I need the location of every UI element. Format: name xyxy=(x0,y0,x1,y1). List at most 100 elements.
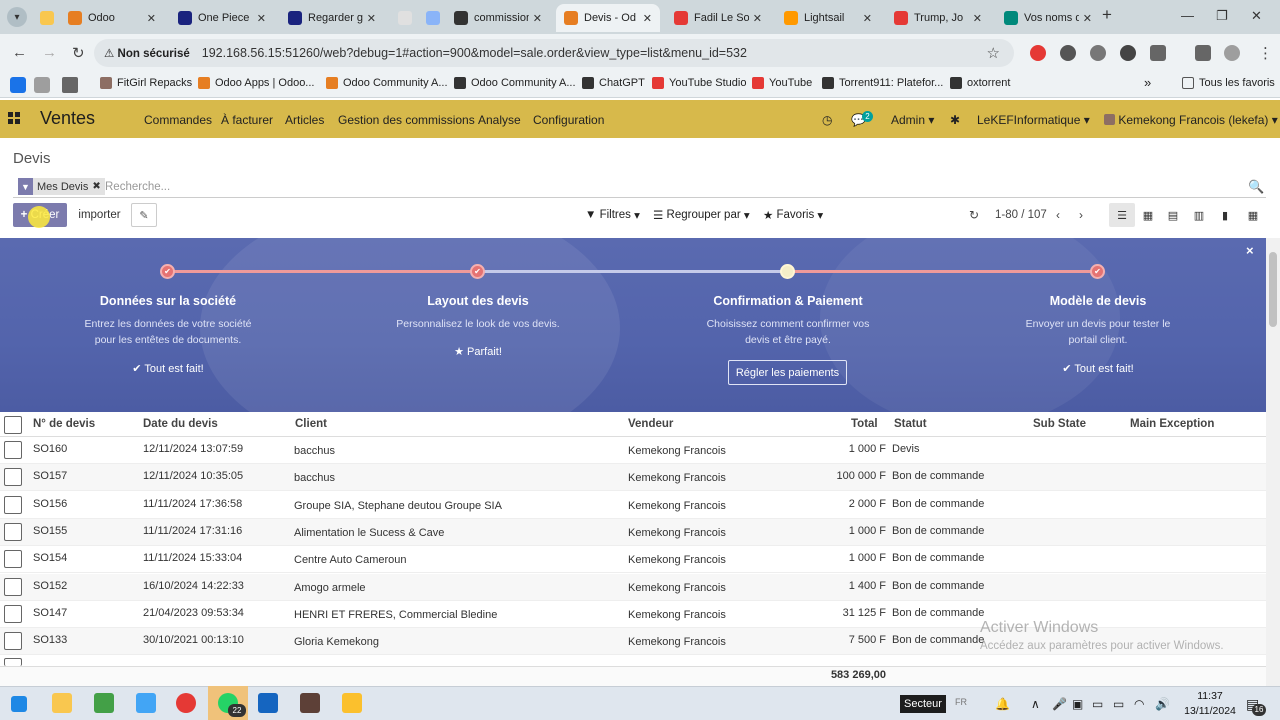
remove-facet-icon[interactable]: ✖ xyxy=(92,181,104,192)
new-tab-icon[interactable]: + xyxy=(1102,5,1112,25)
calendar-view-icon[interactable]: ▤ xyxy=(1160,203,1186,227)
browser-tab[interactable]: Regarder g ✕ xyxy=(280,4,384,32)
wifi-icon[interactable]: ◠ xyxy=(1134,697,1144,711)
row-checkbox-partial[interactable] xyxy=(4,658,22,666)
column-number[interactable]: N° de devis xyxy=(33,418,95,430)
company-switcher[interactable]: LeKEFInformatique ▾ xyxy=(977,113,1090,127)
debug-bug-icon[interactable]: ✱ xyxy=(950,113,960,127)
close-tab-icon[interactable]: ✕ xyxy=(863,12,872,25)
battery-icon[interactable]: ▭ xyxy=(1092,697,1103,711)
search-facet[interactable]: ▼ Mes Devis ✖ xyxy=(18,178,105,195)
column-main-exception[interactable]: Main Exception xyxy=(1130,418,1214,430)
set-payments-button[interactable]: Régler les paiements xyxy=(728,360,847,385)
profile-avatar[interactable] xyxy=(1224,45,1240,61)
bookmark-item[interactable]: Odoo Community A... xyxy=(326,77,448,89)
activity-view-icon[interactable]: ▦ xyxy=(1240,203,1266,227)
menu-configuration[interactable]: Configuration xyxy=(533,113,604,127)
browser-tab[interactable] xyxy=(32,4,58,32)
tab-search-button[interactable]: ▾ xyxy=(7,7,27,27)
bookmark-item[interactable]: YouTube Studio xyxy=(652,77,746,89)
volume-icon[interactable]: 🔊 xyxy=(1155,697,1170,711)
search-bar[interactable] xyxy=(13,175,1266,198)
browser-tab[interactable]: commission ✕ xyxy=(446,4,550,32)
app-name[interactable]: Ventes xyxy=(40,108,95,129)
browser-tab[interactable]: Lightsail ✕ xyxy=(776,4,880,32)
bookmark-item[interactable]: ChatGPT xyxy=(582,77,645,89)
menu-articles[interactable]: Articles xyxy=(285,113,324,127)
browser-menu-icon[interactable]: ⋮ xyxy=(1258,44,1273,62)
row-checkbox[interactable] xyxy=(4,577,22,596)
column-client[interactable]: Client xyxy=(295,418,327,430)
excel-like-icon[interactable] xyxy=(94,693,114,713)
bookmark-item[interactable]: oxtorrent xyxy=(950,77,1010,89)
reload-icon[interactable]: ↻ xyxy=(72,44,85,62)
row-checkbox[interactable] xyxy=(4,468,22,487)
power-source-label[interactable]: Secteur xyxy=(900,695,946,713)
browser-tab[interactable]: Trump, Jo ✕ xyxy=(886,4,990,32)
browser-tab[interactable]: Vos noms d ✕ xyxy=(996,4,1100,32)
step-2-title[interactable]: Layout des devis xyxy=(348,294,608,308)
start-icon[interactable] xyxy=(11,696,27,712)
remote-desktop-icon[interactable] xyxy=(136,693,156,713)
pager-next-icon[interactable]: › xyxy=(1079,208,1083,222)
close-tab-icon[interactable]: ✕ xyxy=(367,12,376,25)
browser-tab[interactable] xyxy=(390,4,416,32)
display-icon[interactable]: ▭ xyxy=(1113,697,1124,711)
admin-menu[interactable]: Admin ▾ xyxy=(891,113,934,127)
close-tab-icon[interactable]: ✕ xyxy=(643,12,652,25)
record-extension-icon[interactable] xyxy=(1030,45,1046,61)
refresh-icon[interactable]: ↻ xyxy=(969,208,979,222)
step-1-title[interactable]: Données sur la société xyxy=(38,294,298,308)
row-checkbox[interactable] xyxy=(4,441,22,459)
all-bookmarks-folder[interactable]: Tous les favoris xyxy=(1182,77,1275,89)
step-3-title[interactable]: Confirmation & Paiement xyxy=(658,294,918,308)
microphone-icon[interactable]: 🎤 xyxy=(1052,697,1067,711)
game-icon[interactable] xyxy=(300,693,320,713)
close-tab-icon[interactable]: ✕ xyxy=(147,12,156,25)
browser-tab[interactable]: Devis - Od ✕ xyxy=(556,4,660,32)
file-explorer-icon[interactable] xyxy=(52,693,72,713)
menu-commandes[interactable]: Commandes xyxy=(144,113,212,127)
close-tab-icon[interactable]: ✕ xyxy=(753,12,762,25)
kanban-view-icon[interactable]: ▦ xyxy=(1135,203,1161,227)
media-icon[interactable] xyxy=(1195,45,1211,61)
security-warning[interactable]: ⚠ Non sécurisé xyxy=(104,46,190,60)
chrome-icon[interactable] xyxy=(176,693,196,713)
menu-a-facturer[interactable]: À facturer xyxy=(221,113,273,127)
list-view-icon[interactable]: ☰ xyxy=(1109,203,1135,227)
close-tab-icon[interactable]: ✕ xyxy=(973,12,982,25)
column-status[interactable]: Statut xyxy=(894,418,927,430)
column-sub-state[interactable]: Sub State xyxy=(1033,418,1086,430)
browser-tab[interactable] xyxy=(418,4,444,32)
menu-analyse[interactable]: Analyse xyxy=(478,113,521,127)
back-icon[interactable]: ← xyxy=(12,44,27,61)
browser-tab[interactable]: Odoo ✕ xyxy=(60,4,164,32)
language-indicator[interactable]: FR xyxy=(955,697,967,707)
browser-tab[interactable]: Fadil Le So ✕ xyxy=(666,4,770,32)
puzzle-icon[interactable] xyxy=(1150,45,1166,61)
bookmark-app-icon[interactable] xyxy=(10,77,26,93)
editor-icon[interactable] xyxy=(342,693,362,713)
sound-extension-icon[interactable] xyxy=(1060,45,1076,61)
show-hidden-icons[interactable]: ∧ xyxy=(1031,697,1040,711)
row-checkbox[interactable] xyxy=(4,522,22,541)
restore-icon[interactable]: ❐ xyxy=(1216,8,1228,24)
graph-view-icon[interactable]: ▮ xyxy=(1212,203,1238,227)
favorites-dropdown[interactable]: ★ Favoris ▾ xyxy=(763,203,823,227)
minimize-icon[interactable]: — xyxy=(1181,8,1194,23)
scrollbar-thumb[interactable] xyxy=(1269,252,1277,327)
close-banner-icon[interactable]: × xyxy=(1246,243,1254,258)
row-checkbox[interactable] xyxy=(4,604,22,623)
close-tab-icon[interactable]: ✕ xyxy=(1083,12,1092,25)
bookmark-item[interactable]: YouTube xyxy=(752,77,812,89)
select-all-checkbox[interactable] xyxy=(4,416,22,434)
edit-icon[interactable]: ✎ xyxy=(131,203,157,227)
row-checkbox[interactable] xyxy=(4,550,22,569)
bookmark-window-icon[interactable] xyxy=(34,77,50,93)
column-date[interactable]: Date du devis xyxy=(143,418,218,430)
extension-icon[interactable] xyxy=(1090,45,1106,61)
column-vendor[interactable]: Vendeur xyxy=(628,418,673,430)
pager-previous-icon[interactable]: ‹ xyxy=(1056,208,1060,222)
column-total[interactable]: Total xyxy=(851,418,878,430)
row-checkbox[interactable] xyxy=(4,495,22,514)
